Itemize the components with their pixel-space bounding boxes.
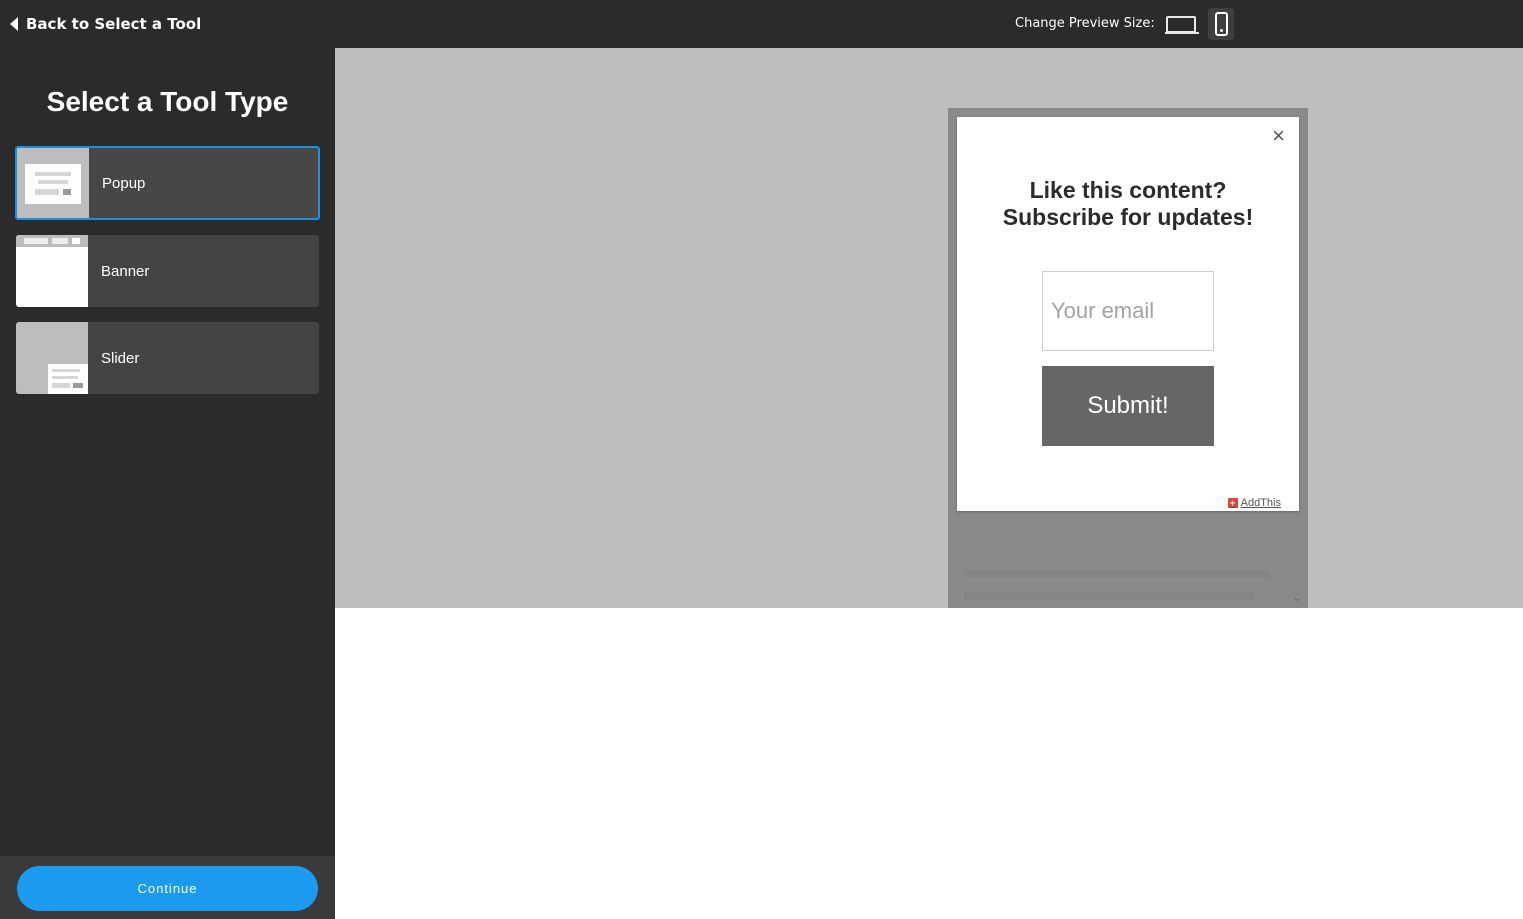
back-link-label: Back to Select a Tool <box>26 15 202 33</box>
background-content-line <box>964 570 1270 578</box>
popup-thumbnail <box>17 148 89 218</box>
addthis-plus-icon: + <box>1227 498 1238 508</box>
preview-size-label: Change Preview Size: <box>1015 16 1155 31</box>
popup-thumbnail-card <box>25 164 81 204</box>
top-bar: Back to Select a Tool Change Preview Siz… <box>0 0 1523 48</box>
close-icon[interactable]: × <box>1272 123 1285 149</box>
popup-heading-line: Subscribe for updates! <box>1002 204 1254 230</box>
laptop-base-shape <box>1165 32 1199 34</box>
background-content-line <box>964 592 1254 600</box>
branding-label: AddThis <box>1240 497 1281 509</box>
thumbnail-line <box>35 189 59 195</box>
back-to-select-tool-link[interactable]: Back to Select a Tool <box>10 14 201 34</box>
mobile-preview-frame: ⌄ × Like this content? Subscribe for upd… <box>948 108 1308 608</box>
submit-button[interactable]: Submit! <box>1042 366 1214 446</box>
tool-option-banner[interactable]: Banner <box>16 235 319 307</box>
popup-heading: Like this content? Subscribe for updates… <box>957 177 1299 231</box>
thumbnail-line <box>52 369 80 372</box>
thumbnail-line <box>52 376 78 379</box>
thumbnail-button <box>63 189 71 195</box>
thumbnail-line <box>52 238 68 244</box>
popup-heading-line: Like this content? <box>1029 177 1227 203</box>
thumbnail-button <box>72 238 80 244</box>
sidebar-title: Select a Tool Type <box>46 86 289 117</box>
sidebar: Select a Tool Type Popup Banner Slider C… <box>0 48 335 919</box>
caret-left-icon <box>10 17 18 31</box>
thumbnail-line <box>52 383 70 388</box>
slider-thumbnail-card <box>48 364 88 394</box>
continue-button[interactable]: Continue <box>17 866 318 911</box>
tool-option-label: Banner <box>101 262 150 280</box>
banner-thumbnail <box>16 235 88 307</box>
laptop-icon <box>1166 15 1196 33</box>
preview-area: ⌄ × Like this content? Subscribe for upd… <box>335 48 1523 608</box>
thumbnail-line <box>24 238 48 244</box>
thumbnail-line <box>35 172 71 176</box>
popup-preview: × Like this content? Subscribe for updat… <box>957 117 1299 511</box>
desktop-preview-button[interactable] <box>1160 8 1202 40</box>
thumbnail-button <box>73 383 83 388</box>
tool-option-slider[interactable]: Slider <box>16 322 319 394</box>
phone-icon <box>1214 12 1228 36</box>
slider-thumbnail <box>16 322 88 394</box>
addthis-branding-link[interactable]: + AddThis <box>1227 497 1281 509</box>
tool-option-label: Slider <box>101 349 140 367</box>
mobile-preview-button[interactable] <box>1208 8 1234 40</box>
thumbnail-line <box>38 180 68 184</box>
scroll-down-chevron-icon[interactable]: ⌄ <box>1292 590 1302 604</box>
email-field[interactable] <box>1042 271 1214 351</box>
sidebar-footer: Continue <box>0 856 335 919</box>
tool-option-popup[interactable]: Popup <box>15 146 320 220</box>
banner-thumbnail-bar <box>16 235 88 247</box>
tool-option-label: Popup <box>102 174 146 192</box>
